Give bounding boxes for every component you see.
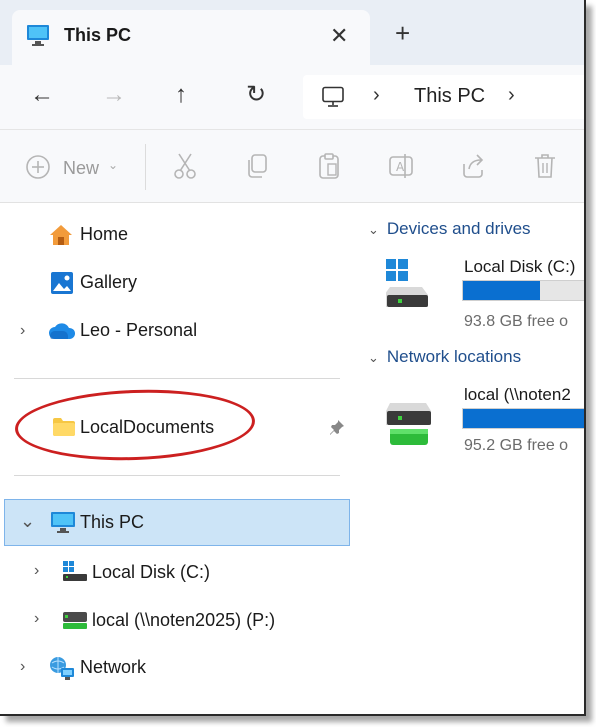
sidebar-item-label: Gallery [80,272,138,292]
drive-usage-bar [462,408,584,429]
navigation-pane: Home Gallery › Leo - Personal LocalDocum… [0,203,354,714]
sidebar-item-gallery[interactable]: Gallery [48,271,348,311]
tab-this-pc[interactable]: This PC ✕ [12,10,370,65]
sidebar-item-label: Local Disk (C:) [92,562,211,582]
chevron-right-icon[interactable]: › [34,610,39,628]
local-disk-icon [62,560,88,587]
sidebar-item-label: Home [80,224,129,244]
pin-icon[interactable] [329,419,345,440]
sidebar-item-label: This PC [80,512,145,532]
sidebar-item-onedrive[interactable]: Leo - Personal [48,319,348,359]
delete-icon[interactable] [532,152,558,185]
group-header-label: Devices and drives [386,219,531,238]
drive-usage-bar [462,280,584,301]
new-tab-button[interactable]: + [395,20,410,46]
devices-group-header[interactable]: ⌄ Devices and drives [368,219,531,239]
command-separator [145,144,146,190]
drive-usage-fill [463,409,584,428]
computer-icon [50,511,76,538]
file-explorer-window: This PC ✕ + ← → ↑ ↻ › This PC › New ⌄ A … [0,0,586,716]
gallery-icon [50,271,74,300]
refresh-button[interactable]: ↻ [246,81,266,109]
network-drive-icon [62,611,88,636]
drive-free-space: 93.8 GB free o [464,313,569,330]
navigation-bar: ← → ↑ ↻ › This PC › [0,65,584,130]
computer-icon [26,24,50,51]
home-icon [48,223,74,252]
new-button[interactable]: New [63,158,99,179]
back-button[interactable]: ← [30,81,54,109]
nav-divider [14,475,340,476]
drive-tile-local-disk[interactable]: Local Disk (C:) 93.8 GB free o [354,253,584,343]
onedrive-cloud-icon [48,321,76,346]
chevron-down-icon[interactable]: ⌄ [108,158,118,172]
network-drive-icon [386,401,432,456]
sidebar-item-network-drive[interactable]: local (\\noten2025) (P:) [62,608,348,648]
content-pane: ⌄ Devices and drives Local Disk (C:) 93.8… [354,203,584,714]
computer-icon [321,86,345,113]
sidebar-item-label: Leo - Personal [80,320,198,340]
drive-name: Local Disk (C:) [464,257,576,276]
breadcrumb-this-pc[interactable]: This PC [414,85,485,108]
chevron-down-icon[interactable]: ⌄ [20,511,35,532]
address-bar[interactable]: › This PC › [303,75,584,119]
sidebar-item-network[interactable]: Network [48,655,348,695]
network-icon [48,655,76,686]
chevron-right-icon[interactable]: › [20,322,25,340]
chevron-right-icon[interactable]: › [20,658,25,676]
sidebar-item-local-disk[interactable]: Local Disk (C:) [62,560,348,600]
chevron-down-icon: ⌄ [368,222,379,237]
sidebar-item-label: local (\\noten2025) (P:) [92,610,276,630]
chevron-down-icon: ⌄ [368,350,379,365]
network-group-header[interactable]: ⌄ Network locations [368,347,521,367]
sidebar-item-home[interactable]: Home [48,223,348,263]
breadcrumb-chevron-icon[interactable]: › [373,84,380,107]
copy-icon[interactable] [244,152,270,185]
cut-icon[interactable] [172,152,198,185]
command-bar: New ⌄ A [0,130,584,203]
chevron-right-icon[interactable]: › [34,562,39,580]
close-tab-icon[interactable]: ✕ [330,23,348,49]
up-button[interactable]: ↑ [175,81,187,109]
sidebar-item-label: Network [80,657,147,677]
sidebar-item-this-pc[interactable]: ⌄ This PC [4,499,350,546]
share-icon[interactable] [460,152,486,185]
drive-tile-network-drive[interactable]: local (\\noten2 95.2 GB free o [354,381,584,471]
forward-button[interactable]: → [102,81,126,109]
local-disk-drive-icon [384,259,430,314]
nav-divider [14,378,340,379]
breadcrumb-chevron-icon[interactable]: › [508,84,515,107]
svg-text:A: A [396,160,405,174]
new-icon[interactable] [25,154,51,185]
drive-name: local (\\noten2 [464,385,571,404]
rename-icon[interactable]: A [388,152,414,185]
drive-free-space: 95.2 GB free o [464,437,569,454]
tab-title: This PC [64,25,132,45]
paste-icon[interactable] [316,152,342,185]
drive-usage-fill [463,281,540,300]
title-bar: This PC ✕ + [0,0,584,65]
group-header-label: Network locations [386,347,522,366]
